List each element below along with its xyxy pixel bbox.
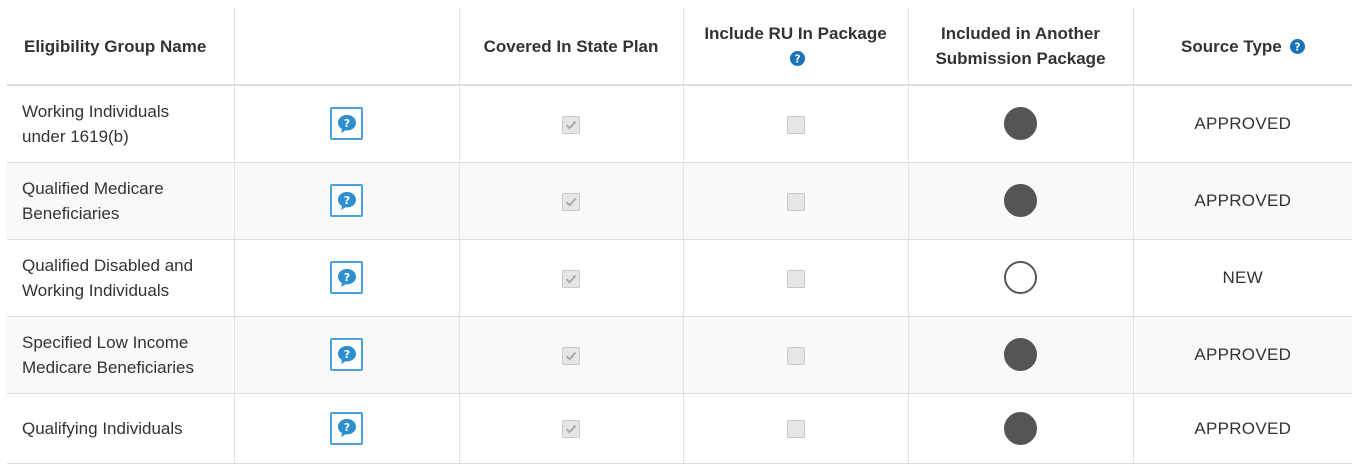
help-cell: ?	[233, 85, 460, 163]
group-name-line2: Beneficiaries	[22, 203, 120, 223]
speech-bubble-question-icon[interactable]: ?	[330, 184, 363, 217]
header-label-line2: Submission Package	[935, 49, 1106, 68]
question-circle-icon[interactable]: ?	[789, 51, 805, 66]
covered-cell	[458, 239, 684, 317]
include-ru-checkbox[interactable]	[786, 346, 805, 365]
group-name-line1: Qualified Medicare	[22, 178, 164, 198]
group-name-line2: Working Individuals	[22, 280, 170, 300]
svg-text:?: ?	[343, 117, 349, 130]
eligibility-group-name-cell: Qualified Disabled and Working Individua…	[7, 239, 235, 317]
header-label: Include RU In Package	[704, 24, 887, 43]
help-cell: ?	[233, 316, 460, 394]
include-ru-cell	[682, 239, 909, 317]
included-other-radio[interactable]	[1004, 338, 1037, 371]
header-help	[233, 8, 460, 86]
included-other-cell	[907, 393, 1134, 464]
help-cell: ?	[233, 162, 460, 240]
source-type-value: NEW	[1222, 268, 1264, 287]
svg-text:?: ?	[794, 53, 800, 65]
group-name-line2: under 1619(b)	[22, 126, 129, 146]
included-other-radio[interactable]	[1004, 411, 1037, 445]
group-name-line1: Qualifying Individuals	[22, 418, 183, 438]
header-source-type[interactable]: Source Type ?	[1132, 8, 1352, 86]
group-name-line1: Working Individuals	[22, 101, 170, 121]
checkmark-icon	[565, 120, 577, 130]
svg-text:?: ?	[343, 270, 349, 283]
include-ru-cell	[682, 316, 909, 394]
source-type-cell: APPROVED	[1132, 85, 1352, 163]
header-include-ru-in-package[interactable]: Include RU In Package ?	[682, 8, 909, 86]
header-covered-in-state-plan[interactable]: Covered In State Plan	[458, 8, 684, 86]
header-included-in-another-submission-package[interactable]: Included in Another Submission Package	[907, 8, 1134, 86]
source-type-cell: APPROVED	[1132, 162, 1352, 240]
included-other-radio[interactable]	[1004, 184, 1037, 217]
covered-checkbox[interactable]	[562, 269, 580, 288]
header-label-line1: Included in Another	[941, 24, 1100, 43]
table-row: Qualified Disabled and Working Individua…	[7, 239, 1352, 317]
source-type-value: APPROVED	[1194, 418, 1292, 438]
speech-bubble-question-icon[interactable]: ?	[330, 261, 363, 294]
eligibility-table: Eligibility Group Name Covered In State …	[7, 8, 1352, 464]
checkmark-icon	[565, 424, 577, 434]
svg-text:?: ?	[343, 347, 349, 360]
covered-checkbox[interactable]	[562, 420, 580, 439]
eligibility-group-name-cell: Qualified Medicare Beneficiaries	[7, 162, 235, 240]
include-ru-cell	[682, 162, 909, 240]
covered-cell	[458, 316, 684, 394]
table-row: Working Individuals under 1619(b) ? APPR…	[7, 85, 1352, 163]
checkmark-icon	[565, 197, 577, 207]
group-name-line1: Specified Low Income	[22, 332, 189, 352]
eligibility-group-grid: Eligibility Group Name Covered In State …	[0, 8, 1359, 474]
source-type-cell: APPROVED	[1132, 316, 1352, 394]
covered-cell	[458, 393, 684, 464]
help-cell: ?	[233, 239, 460, 317]
table-row: Specified Low Income Medicare Beneficiar…	[7, 316, 1352, 394]
source-type-value: APPROVED	[1194, 114, 1292, 134]
eligibility-group-name-cell: Specified Low Income Medicare Beneficiar…	[7, 316, 235, 394]
checkmark-icon	[565, 274, 577, 284]
help-cell: ?	[233, 393, 460, 464]
include-ru-checkbox[interactable]	[786, 115, 805, 134]
header-eligibility-group-name[interactable]: Eligibility Group Name	[7, 8, 235, 86]
header-label: Source Type	[1180, 36, 1282, 56]
svg-text:?: ?	[343, 421, 349, 434]
covered-checkbox[interactable]	[562, 115, 580, 134]
included-other-radio[interactable]	[1004, 107, 1037, 141]
include-ru-checkbox[interactable]	[786, 420, 805, 439]
table-header-row: Eligibility Group Name Covered In State …	[7, 8, 1352, 86]
table-row: Qualifying Individuals ? APPROVED	[7, 393, 1352, 464]
speech-bubble-question-icon[interactable]: ?	[330, 107, 363, 141]
include-ru-cell	[682, 393, 909, 464]
source-type-cell: NEW	[1132, 239, 1352, 317]
checkmark-icon	[565, 351, 577, 361]
covered-checkbox[interactable]	[562, 346, 580, 365]
svg-text:?: ?	[343, 193, 349, 206]
source-type-value: APPROVED	[1194, 345, 1292, 364]
include-ru-checkbox[interactable]	[786, 269, 805, 288]
covered-cell	[458, 162, 684, 240]
question-circle-icon[interactable]: ?	[1289, 38, 1305, 54]
included-other-radio[interactable]	[1004, 261, 1037, 294]
include-ru-cell	[682, 85, 909, 163]
included-other-cell	[907, 239, 1134, 317]
speech-bubble-question-icon[interactable]: ?	[330, 411, 363, 445]
header-label: Covered In State Plan	[483, 36, 659, 56]
included-other-cell	[907, 85, 1134, 163]
speech-bubble-question-icon[interactable]: ?	[330, 338, 363, 371]
group-name-line2: Medicare Beneficiaries	[22, 357, 194, 377]
included-other-cell	[907, 162, 1134, 240]
eligibility-group-name-cell: Working Individuals under 1619(b)	[7, 85, 235, 163]
group-name-line1: Qualified Disabled and	[22, 255, 194, 275]
table-row: Qualified Medicare Beneficiaries ? APPRO…	[7, 162, 1352, 240]
source-type-cell: APPROVED	[1132, 393, 1352, 464]
source-type-value: APPROVED	[1194, 191, 1292, 210]
svg-text:?: ?	[1294, 41, 1300, 53]
include-ru-checkbox[interactable]	[786, 192, 805, 211]
eligibility-group-name-cell: Qualifying Individuals	[7, 393, 235, 464]
included-other-cell	[907, 316, 1134, 394]
covered-cell	[458, 85, 684, 163]
header-label: Eligibility Group Name	[24, 36, 207, 56]
covered-checkbox[interactable]	[562, 192, 580, 211]
